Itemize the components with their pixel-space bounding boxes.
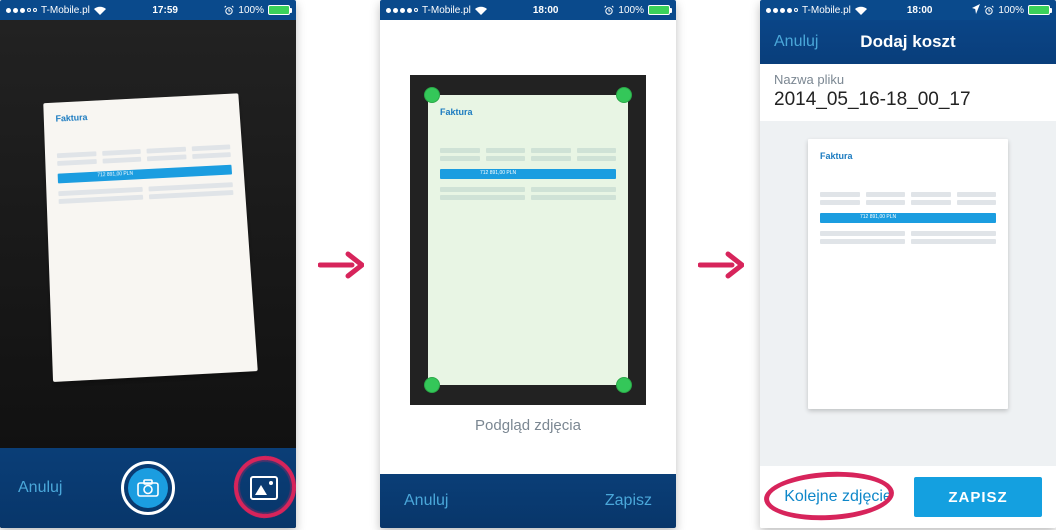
crop-handle-bottom-right[interactable]: [616, 377, 632, 393]
battery-pct: 100%: [618, 5, 644, 16]
status-bar: T-Mobile.pl 17:59 100%: [0, 0, 296, 20]
crop-frame[interactable]: Faktura 712 891,00 PLN: [410, 75, 646, 405]
save-button[interactable]: Zapisz: [605, 492, 652, 510]
shutter-button[interactable]: [121, 461, 175, 515]
next-photo-button[interactable]: Kolejne zdjęcie: [774, 488, 902, 506]
invoice-total: 712 891,00 PLN: [97, 171, 133, 179]
battery-pct: 100%: [238, 5, 264, 16]
location-icon: [972, 4, 980, 17]
status-bar: T-Mobile.pl 18:00 100%: [380, 0, 676, 20]
invoice-total: 712 891,00 PLN: [860, 214, 896, 220]
battery-icon: [268, 5, 290, 15]
camera-toolbar: Anuluj: [0, 448, 296, 528]
gallery-button[interactable]: [250, 476, 278, 500]
clock: 18:00: [487, 5, 605, 16]
cell-signal-icon: [386, 8, 418, 13]
flow-arrow-icon: [318, 250, 364, 280]
captured-document-preview: Faktura 712 891,00 PLN: [43, 93, 257, 382]
camera-icon: [137, 479, 159, 497]
alarm-icon: [604, 5, 614, 15]
form-footer: Kolejne zdjęcie ZAPISZ: [760, 466, 1056, 528]
screen-photo-preview: T-Mobile.pl 18:00 100% Faktura: [380, 0, 676, 528]
attachment-preview-area: Faktura 712 891,00 PLN: [760, 121, 1056, 466]
wifi-icon: [94, 6, 106, 15]
crop-handle-top-left[interactable]: [424, 87, 440, 103]
save-button[interactable]: ZAPISZ: [914, 477, 1042, 517]
carrier-label: T-Mobile.pl: [422, 5, 471, 16]
cancel-button[interactable]: Anuluj: [18, 479, 62, 497]
alarm-icon: [984, 5, 994, 15]
camera-viewfinder: Faktura 712 891,00 PLN: [0, 20, 296, 448]
attachment-thumbnail[interactable]: Faktura 712 891,00 PLN: [808, 139, 1008, 409]
cell-signal-icon: [6, 8, 37, 13]
flow-arrow-icon: [698, 250, 744, 280]
wifi-icon: [475, 6, 487, 15]
crop-handle-top-right[interactable]: [616, 87, 632, 103]
wifi-icon: [855, 6, 867, 15]
preview-caption: Podgląd zdjęcia: [475, 417, 581, 434]
battery-icon: [1028, 5, 1050, 15]
alarm-icon: [224, 5, 234, 15]
battery-pct: 100%: [998, 5, 1024, 16]
invoice-title: Faktura: [440, 107, 616, 117]
cell-signal-icon: [766, 8, 798, 13]
cancel-button[interactable]: Anuluj: [404, 492, 448, 510]
carrier-label: T-Mobile.pl: [41, 5, 90, 16]
filename-field[interactable]: 2014_05_16-18_00_17: [774, 89, 1042, 121]
screen-camera-capture: T-Mobile.pl 17:59 100% Faktura: [0, 0, 296, 528]
nav-bar: Anuluj Dodaj koszt: [760, 20, 1056, 64]
invoice-title: Faktura: [820, 151, 996, 161]
crop-handle-bottom-left[interactable]: [424, 377, 440, 393]
invoice-total: 712 891,00 PLN: [480, 170, 516, 176]
clock: 17:59: [106, 5, 225, 16]
clock: 18:00: [867, 5, 973, 16]
nav-title: Dodaj koszt: [760, 32, 1056, 52]
carrier-label: T-Mobile.pl: [802, 5, 851, 16]
preview-toolbar: Anuluj Zapisz: [380, 474, 676, 528]
filename-label: Nazwa pliku: [774, 72, 1042, 87]
cropped-document-preview: Faktura 712 891,00 PLN: [428, 95, 628, 385]
status-bar: T-Mobile.pl 18:00 100%: [760, 0, 1056, 20]
screen-add-cost: T-Mobile.pl 18:00 100% Anuluj Dodaj: [760, 0, 1056, 528]
battery-icon: [648, 5, 670, 15]
